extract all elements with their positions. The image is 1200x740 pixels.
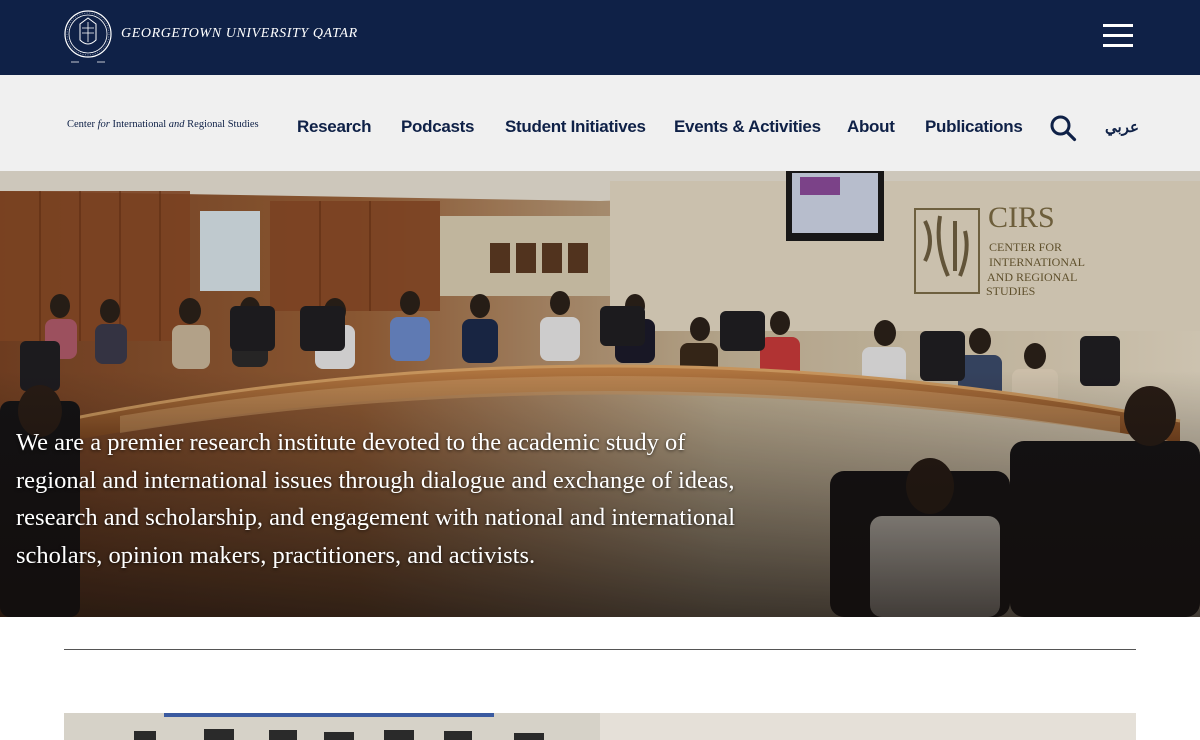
nav-item-events-activities[interactable]: Events & Activities xyxy=(674,117,821,137)
logo-text: for xyxy=(97,119,110,130)
top-bar: GEORGETOWN UNIVERSITY QATAR xyxy=(0,0,1200,75)
search-icon[interactable] xyxy=(1049,114,1077,142)
main-navigation: Center for International and Regional St… xyxy=(0,75,1200,171)
logo-text: Regional Studies xyxy=(184,119,259,130)
hamburger-menu-icon[interactable] xyxy=(1100,22,1138,52)
mission-line: We are a premier research institute devo… xyxy=(16,429,686,456)
feature-card-photo xyxy=(64,713,600,740)
logo-text: and xyxy=(168,119,185,130)
mission-line: scholars, opinion makers, practitioners,… xyxy=(16,541,536,569)
mission-line: regional and international issues throug… xyxy=(16,466,735,494)
university-name[interactable]: GEORGETOWN UNIVERSITY QATAR xyxy=(121,26,358,42)
hero-banner: CIRS CENTER FOR INTERNATIONAL AND REGION… xyxy=(0,171,1200,617)
section-divider xyxy=(64,649,1136,650)
university-seal-icon[interactable] xyxy=(63,8,113,66)
nav-item-research[interactable]: Research xyxy=(297,117,371,137)
nav-item-podcasts[interactable]: Podcasts xyxy=(401,117,474,137)
logo-text: Center xyxy=(67,119,98,130)
nav-item-publications[interactable]: Publications xyxy=(925,117,1023,137)
logo-text: International xyxy=(109,119,169,130)
nav-item-about[interactable]: About xyxy=(847,117,895,137)
feature-card-panel xyxy=(600,713,1136,740)
nav-item-student-initiatives[interactable]: Student Initiatives xyxy=(505,117,646,137)
mission-line: research and scholarship, and engagement… xyxy=(16,504,736,531)
language-toggle-arabic[interactable]: عربي xyxy=(1105,118,1139,136)
feature-card-image[interactable] xyxy=(64,713,600,740)
mission-statement: We are a premier research institute devo… xyxy=(16,424,776,574)
cirs-logo[interactable]: Center for International and Regional St… xyxy=(67,119,259,130)
